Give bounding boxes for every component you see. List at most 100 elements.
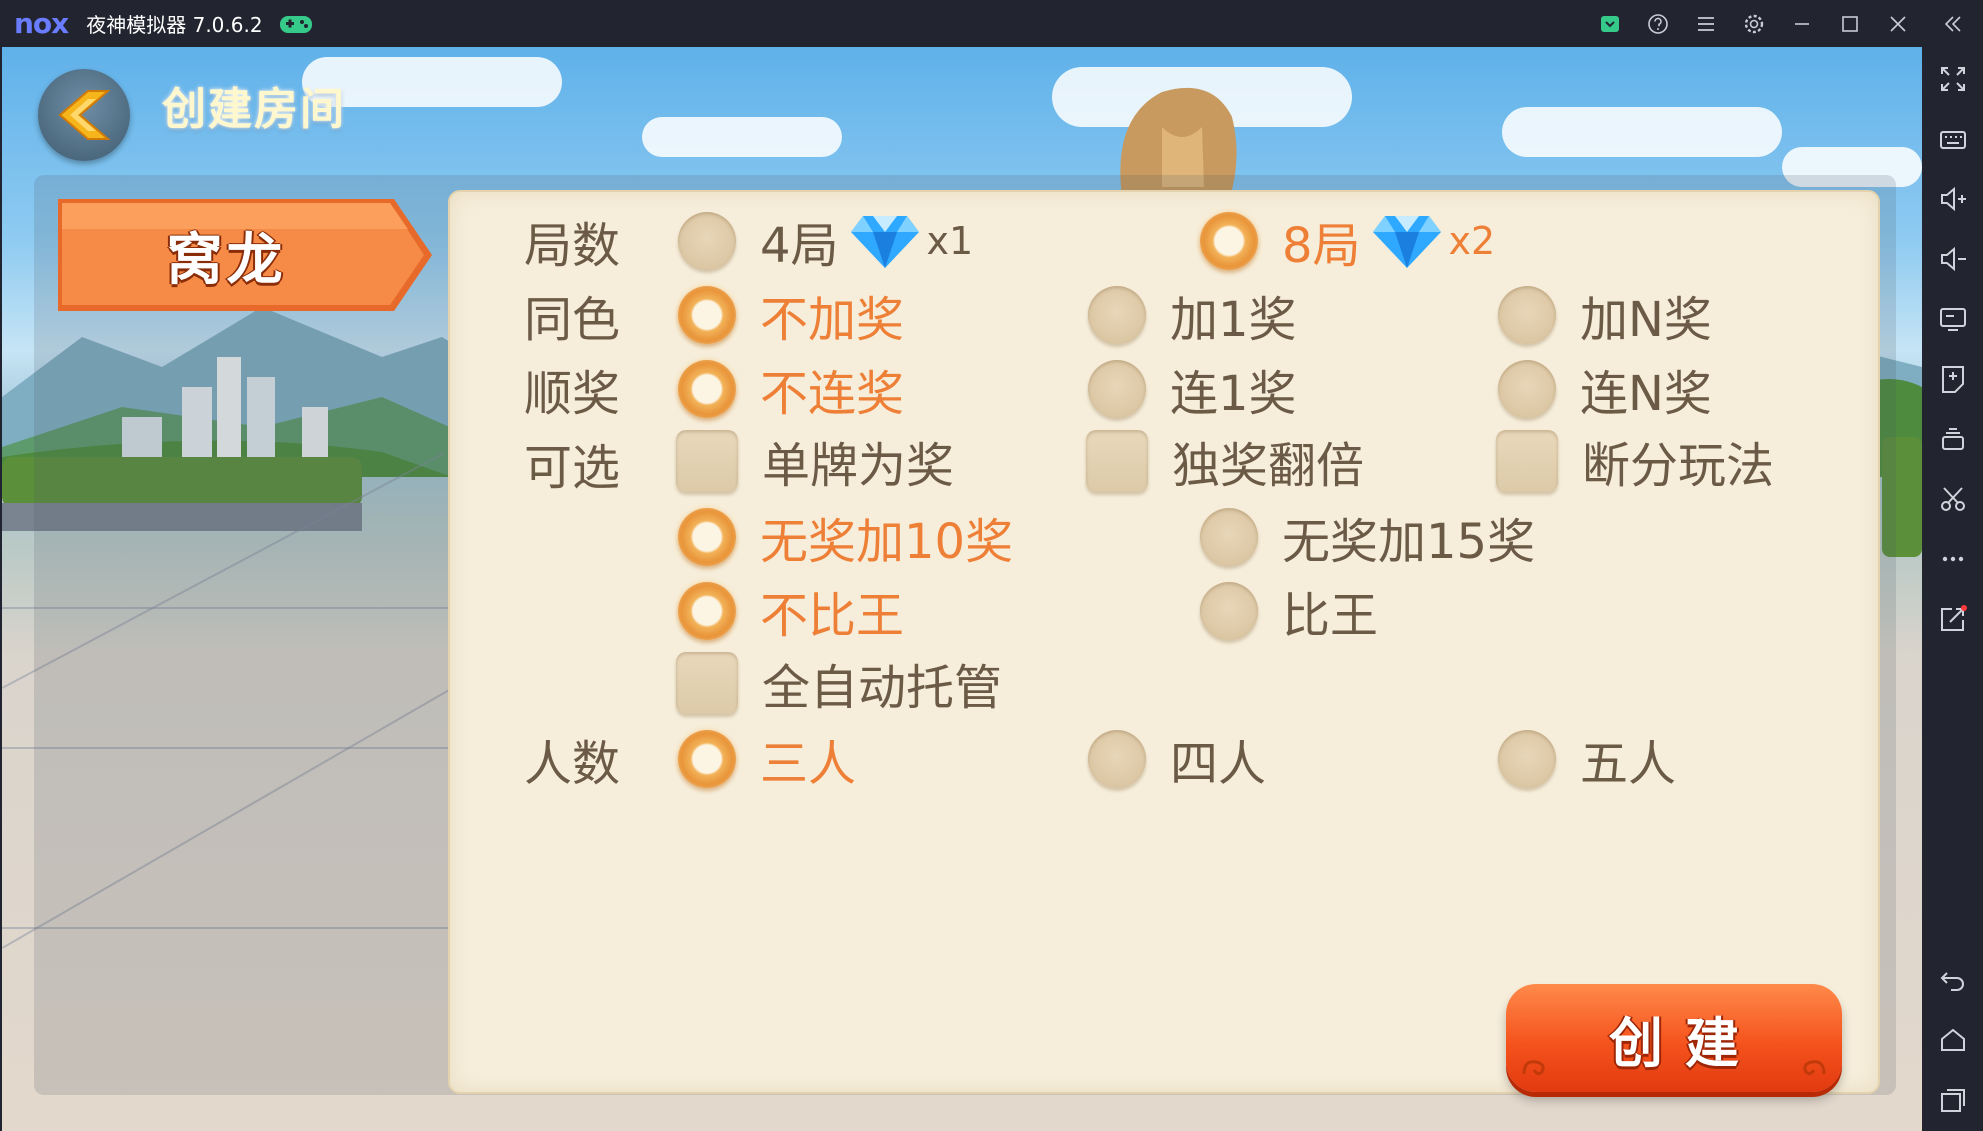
optional-double-bonus[interactable]: 独奖翻倍 [1086, 426, 1364, 496]
diamond-icon [850, 216, 919, 268]
help-icon [1648, 13, 1668, 34]
settings-icon [1744, 14, 1764, 33]
rounds-option-4[interactable]: 4局 x1 [678, 206, 973, 276]
swirl-ornament-icon [1522, 1060, 1545, 1076]
radio-button[interactable] [1088, 286, 1146, 344]
same-color-option-none[interactable]: 不加奖 [678, 280, 904, 350]
share-out-icon [1940, 605, 1967, 631]
option-label: 不连奖 [760, 366, 905, 422]
nox-logo: nox [14, 7, 69, 40]
checkbox[interactable] [1086, 430, 1148, 492]
same-color-option-n[interactable]: 加N奖 [1498, 280, 1712, 350]
maximize-button[interactable] [1826, 0, 1874, 47]
home-icon [1940, 1028, 1965, 1051]
screenshot-button[interactable] [1922, 469, 1983, 529]
cost-multiplier: x2 [1448, 219, 1496, 263]
swirl-ornament-icon [1803, 1060, 1826, 1076]
optional-single-card[interactable]: 单牌为奖 [676, 426, 954, 496]
radio-button-selected[interactable] [678, 508, 736, 566]
bonus-option-10[interactable]: 无奖加10奖 [678, 502, 1013, 572]
radio-button[interactable] [1200, 508, 1258, 566]
back-arrow-icon [58, 90, 110, 140]
back-button[interactable] [1922, 950, 1983, 1010]
straight-option-none[interactable]: 不连奖 [678, 354, 904, 424]
more-button[interactable] [1922, 529, 1983, 589]
same-color-option-1[interactable]: 加1奖 [1088, 280, 1297, 350]
options-panel: 局数 4局 x1 8局 x2 同色 不加奖 加1奖 加N奖 顺奖 不连奖 连1奖… [448, 190, 1880, 1094]
diamond-icon [1372, 216, 1441, 268]
cloud [1502, 107, 1782, 157]
king-option-no[interactable]: 不比王 [678, 576, 904, 646]
logo-text: nox [14, 7, 69, 40]
minimize-button[interactable] [1778, 0, 1826, 47]
keyboard-button[interactable] [1922, 109, 1983, 169]
home-button[interactable] [1922, 1010, 1983, 1070]
players-option-3[interactable]: 三人 [678, 724, 856, 794]
radio-button-selected[interactable] [678, 582, 736, 640]
checkbox[interactable] [676, 430, 738, 492]
cloud [642, 117, 842, 157]
radio-button[interactable] [1498, 360, 1556, 418]
option-label: 断分玩法 [1582, 438, 1775, 494]
straight-label: 顺奖 [524, 366, 621, 422]
radio-button[interactable] [1200, 582, 1258, 640]
back-icon [1940, 972, 1964, 991]
screenshot-scissors-icon [1940, 487, 1965, 511]
collapse-icon [1944, 15, 1961, 32]
optional-break-score[interactable]: 断分玩法 [1496, 426, 1774, 496]
radio-button-selected[interactable] [678, 286, 736, 344]
minimize-icon [1795, 22, 1809, 25]
radio-button-selected[interactable] [1200, 212, 1258, 270]
recent-apps-button[interactable] [1922, 1070, 1983, 1130]
auto-trustee-option[interactable]: 全自动托管 [676, 648, 1002, 718]
keyboard-icon [1939, 131, 1966, 149]
bonus-option-15[interactable]: 无奖加15奖 [1200, 502, 1535, 572]
cost-multiplier: x1 [926, 219, 974, 263]
create-room-button[interactable]: 创建 [1506, 984, 1842, 1092]
option-label: 加1奖 [1170, 292, 1297, 348]
rounds-option-8[interactable]: 8局 x2 [1200, 206, 1495, 276]
fullscreen-button[interactable] [1922, 49, 1983, 109]
back-nav-button[interactable] [38, 69, 130, 161]
more-icon [1942, 556, 1963, 562]
help-button[interactable] [1634, 0, 1682, 47]
straight-option-1[interactable]: 连1奖 [1088, 354, 1297, 424]
menu-icon [1698, 16, 1714, 31]
checkbox[interactable] [1496, 430, 1558, 492]
menu-button[interactable] [1682, 0, 1730, 47]
radio-button[interactable] [678, 212, 736, 270]
share-icon [1601, 15, 1619, 32]
radio-button[interactable] [1088, 730, 1146, 788]
apk-install-button[interactable] [1922, 349, 1983, 409]
screen-button[interactable] [1922, 289, 1983, 349]
option-label: 4局 [760, 218, 839, 274]
volume-up-icon [1940, 186, 1966, 212]
radio-button-selected[interactable] [678, 360, 736, 418]
players-option-5[interactable]: 五人 [1498, 724, 1676, 794]
players-label: 人数 [524, 736, 621, 792]
option-label: 比王 [1282, 588, 1379, 644]
straight-option-n[interactable]: 连N奖 [1498, 354, 1712, 424]
apk-install-icon [1941, 366, 1964, 393]
tab-wolong[interactable]: 窝龙 [54, 195, 434, 315]
volume-down-button[interactable] [1922, 229, 1983, 289]
radio-button[interactable] [1088, 360, 1146, 418]
volume-up-button[interactable] [1922, 169, 1983, 229]
window-titlebar: nox 夜神模拟器 7.0.6.2 [0, 0, 1983, 47]
radio-button[interactable] [1498, 730, 1556, 788]
window-title: 夜神模拟器 7.0.6.2 [86, 13, 263, 37]
multi-instance-button[interactable] [1922, 409, 1983, 469]
recent-apps-icon [1940, 1089, 1965, 1112]
king-option-yes[interactable]: 比王 [1200, 576, 1378, 646]
share-button[interactable] [1586, 0, 1634, 47]
share-out-button[interactable] [1922, 589, 1983, 649]
tab-label: 窝龙 [166, 226, 287, 293]
settings-button[interactable] [1730, 0, 1778, 47]
gamepad-icon[interactable] [279, 13, 313, 35]
radio-button-selected[interactable] [678, 730, 736, 788]
players-option-4[interactable]: 四人 [1088, 724, 1266, 794]
close-button[interactable] [1874, 0, 1922, 47]
collapse-sidebar-button[interactable] [1922, 0, 1983, 47]
checkbox[interactable] [676, 652, 738, 714]
radio-button[interactable] [1498, 286, 1556, 344]
